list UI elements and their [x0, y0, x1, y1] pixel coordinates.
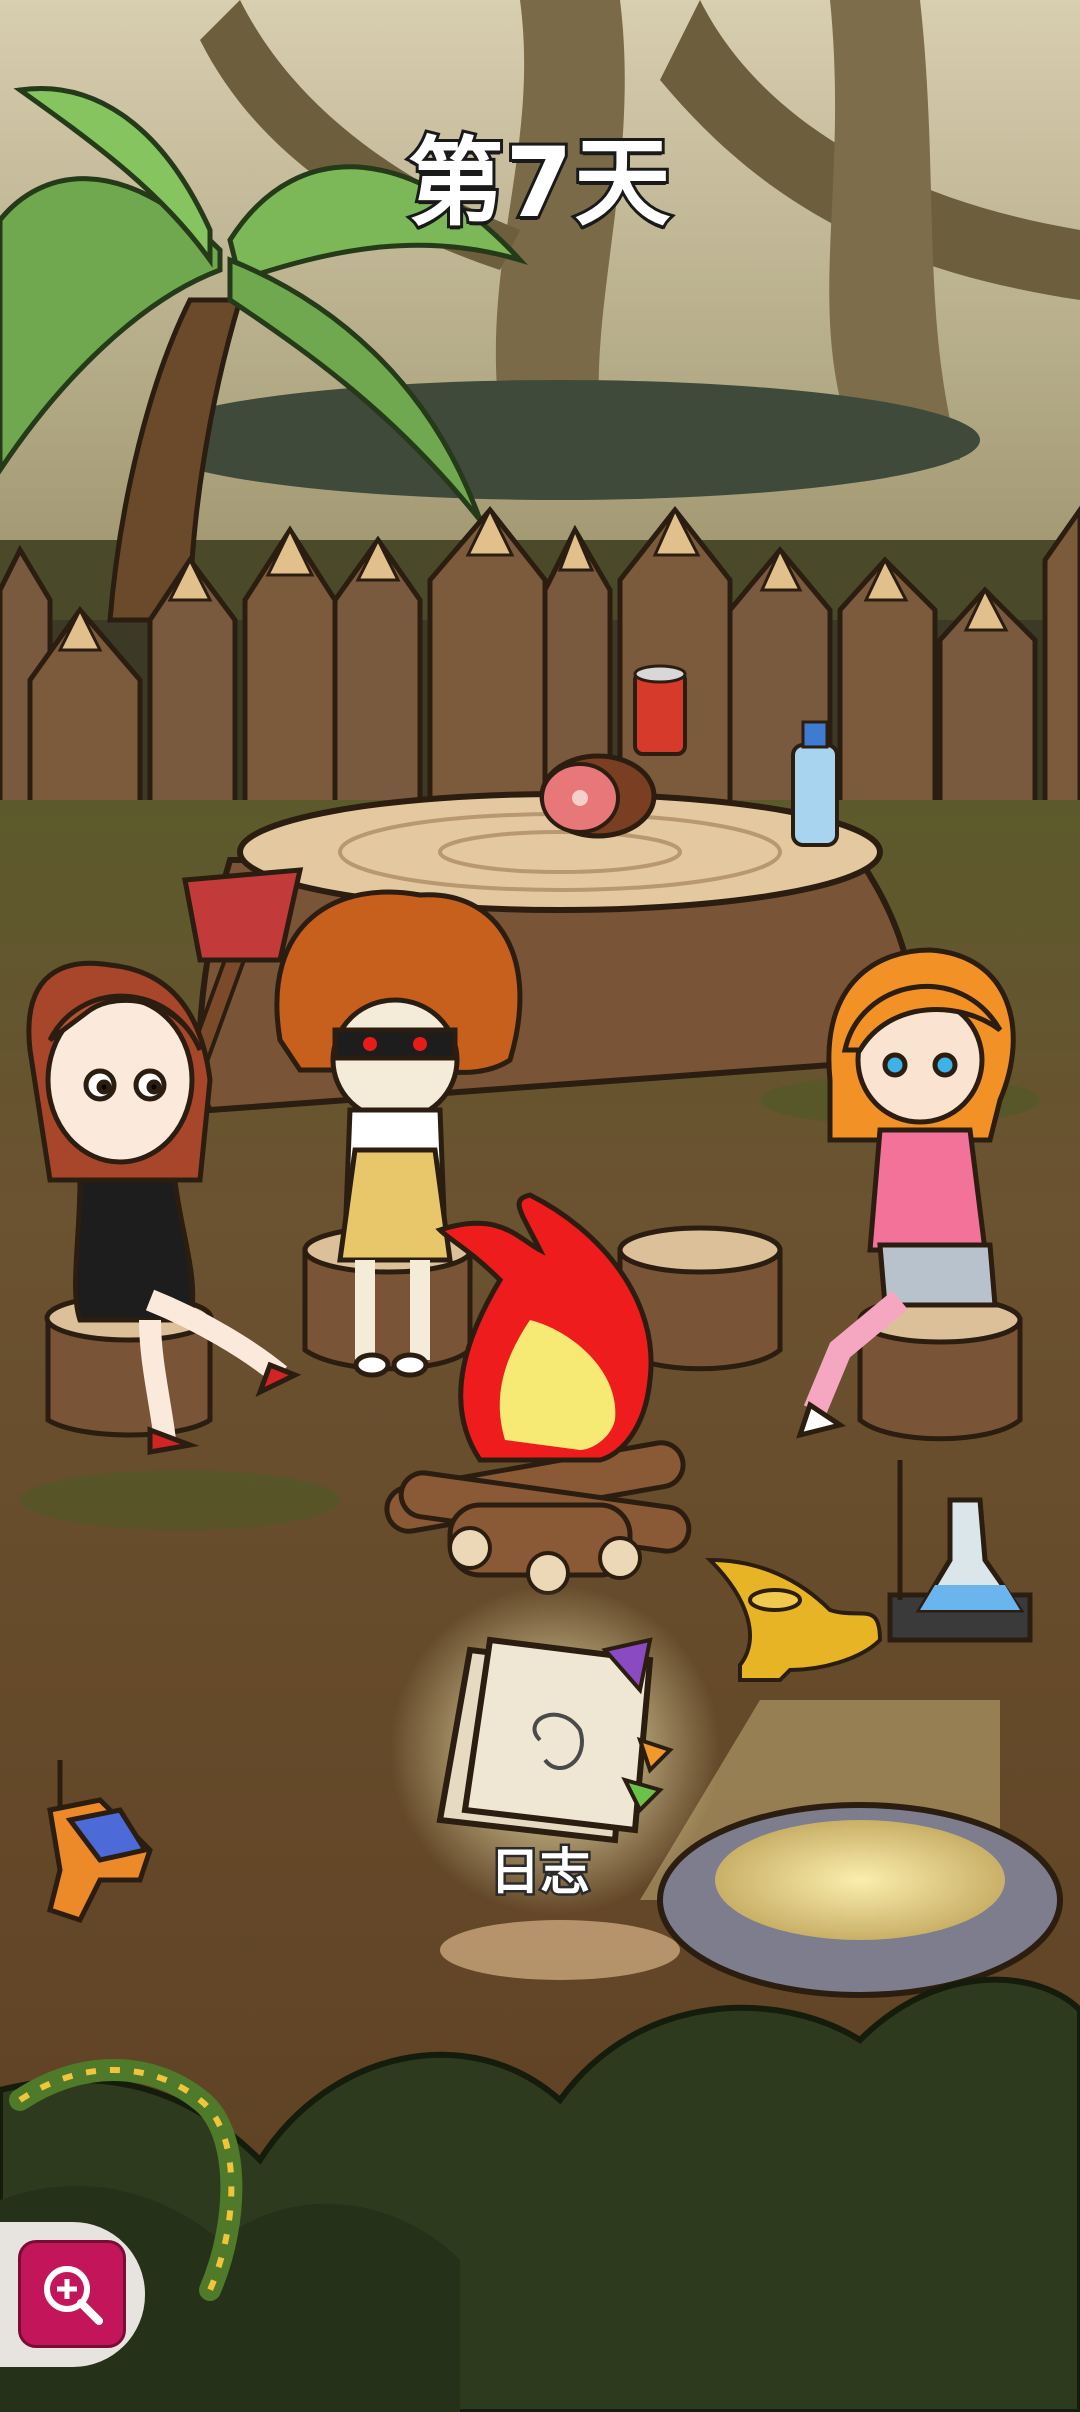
- lab-flask-target[interactable]: [880, 1450, 1040, 1650]
- day-title: 第7天: [405, 124, 674, 242]
- stone-well-target[interactable]: [660, 1790, 1060, 1990]
- soda-can: [633, 664, 687, 756]
- ham-meat: [539, 753, 657, 839]
- game-scene: [0, 0, 1080, 2412]
- zoom-in-icon: [18, 2240, 126, 2348]
- zoom-button[interactable]: [0, 2222, 145, 2367]
- journal-label: 日志: [488, 1841, 593, 1904]
- ray-gun-target[interactable]: [30, 1740, 170, 1930]
- magic-lamp-target[interactable]: [700, 1545, 890, 1685]
